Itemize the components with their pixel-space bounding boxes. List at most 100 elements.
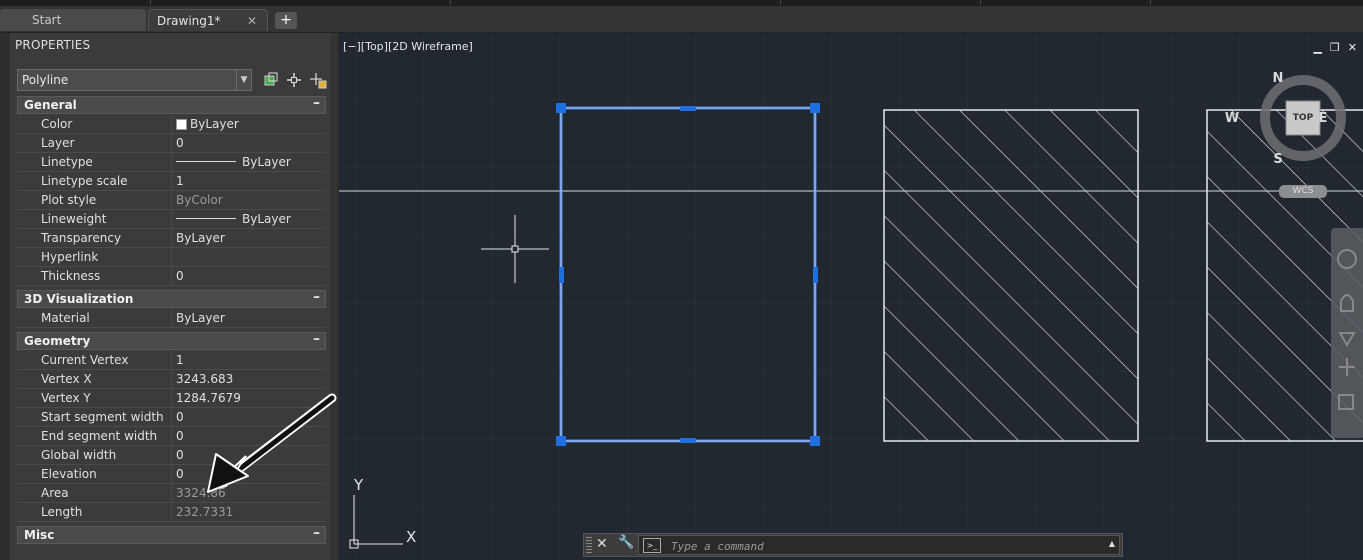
linetype-preview-icon — [176, 161, 236, 162]
section-title: Geometry — [24, 334, 91, 348]
chevron-down-icon: ▼ — [236, 70, 251, 90]
collapse-icon[interactable]: – — [313, 289, 320, 305]
property-value: 3243.683 — [176, 372, 234, 386]
palette-title-strip[interactable] — [0, 33, 10, 560]
property-row-layer[interactable]: Layer 0 — [17, 134, 326, 153]
property-value: ByLayer — [242, 155, 291, 169]
drawing-canvas[interactable] — [339, 33, 1363, 560]
section-title: 3D Visualization — [24, 292, 134, 306]
restore-icon[interactable]: ❐ — [1330, 41, 1340, 54]
hatched-rectangle[interactable] — [883, 109, 1139, 442]
close-icon[interactable]: ✕ — [247, 10, 257, 32]
compass-north[interactable]: N — [1269, 71, 1287, 86]
ucs-y-label: Y — [354, 476, 364, 494]
section-misc[interactable]: Misc – — [17, 525, 326, 544]
property-label: Area — [41, 486, 69, 500]
property-label: Start segment width — [41, 410, 164, 424]
property-row-vertex-x[interactable]: Vertex X 3243.683 — [17, 370, 326, 389]
viewcube-face-label: TOP — [1292, 113, 1314, 123]
property-label: Layer — [41, 136, 75, 150]
property-row-plot-style[interactable]: Plot style ByColor — [17, 191, 326, 210]
section-3d-visualization[interactable]: 3D Visualization – — [17, 289, 326, 308]
viewport-window-controls: ▁ ❐ ✕ — [1305, 41, 1357, 54]
property-value: ByLayer — [190, 117, 239, 131]
property-value: 232.7331 — [176, 505, 234, 519]
property-row-length[interactable]: Length 232.7331 — [17, 503, 326, 522]
property-label: Linetype — [41, 155, 93, 169]
property-label: Vertex Y — [41, 391, 91, 405]
toggle-pickadd-icon[interactable] — [262, 71, 280, 89]
property-label: Plot style — [41, 193, 97, 207]
property-label: Vertex X — [41, 372, 92, 386]
property-label: Transparency — [41, 231, 122, 245]
chevron-up-icon[interactable]: ▲ — [1109, 539, 1115, 548]
annotation-arrow — [206, 393, 337, 493]
ucs-label: WCS — [1292, 186, 1314, 196]
close-icon[interactable]: ✕ — [1348, 41, 1357, 54]
command-input[interactable] — [669, 537, 1073, 555]
vertex-grip[interactable] — [810, 103, 820, 113]
section-title: Misc — [24, 528, 55, 542]
midpoint-grip[interactable] — [813, 267, 818, 283]
collapse-icon[interactable]: – — [313, 525, 320, 541]
property-value: 0 — [176, 269, 184, 283]
property-value: 0 — [176, 136, 184, 150]
vertex-grip[interactable] — [556, 103, 566, 113]
property-value: 1 — [176, 353, 184, 367]
tab-start[interactable]: Start — [0, 9, 146, 31]
section-general[interactable]: General – — [17, 95, 326, 114]
property-value: 0 — [176, 410, 184, 424]
collapse-icon[interactable]: – — [313, 95, 320, 111]
close-icon[interactable]: ✕ — [596, 536, 608, 552]
drawing-viewport[interactable]: [−][Top][2D Wireframe] ▁ ❐ ✕ N S W E TOP W… — [339, 33, 1363, 560]
collapse-icon[interactable]: – — [313, 331, 320, 347]
property-row-current-vertex[interactable]: Current Vertex 1 — [17, 351, 326, 370]
property-row-linetype[interactable]: Linetype ByLayer — [17, 153, 326, 172]
vertex-grip[interactable] — [556, 436, 566, 446]
drag-handle[interactable] — [586, 537, 592, 553]
property-value: ByLayer — [176, 311, 225, 325]
tab-drawing1[interactable]: Drawing1* ✕ — [148, 9, 268, 31]
command-line: ✕ 🔧 >_ ▲ — [583, 533, 1123, 557]
property-label: Hyperlink — [41, 250, 99, 264]
property-row-thickness[interactable]: Thickness 0 — [17, 267, 326, 286]
minimize-icon[interactable]: ▁ — [1313, 41, 1321, 54]
property-label: Thickness — [41, 269, 101, 283]
vertex-grip[interactable] — [810, 436, 820, 446]
navigation-bar[interactable] — [1331, 228, 1363, 438]
object-type-select[interactable]: Polyline ▼ — [17, 69, 252, 91]
ucs-x-label: X — [406, 528, 417, 546]
palette-title: PROPERTIES — [15, 38, 91, 52]
property-row-transparency[interactable]: Transparency ByLayer — [17, 229, 326, 248]
compass-south[interactable]: S — [1269, 152, 1287, 167]
tab-drawing1-label: Drawing1* — [157, 14, 221, 28]
property-row-material[interactable]: Material ByLayer — [17, 309, 326, 328]
compass-west[interactable]: W — [1223, 111, 1241, 126]
wrench-icon[interactable]: 🔧 — [618, 535, 634, 550]
property-label: Material — [41, 311, 90, 325]
section-geometry[interactable]: Geometry – — [17, 331, 326, 350]
property-label: Current Vertex — [41, 353, 129, 367]
property-value: ByLayer — [176, 231, 225, 245]
command-field[interactable]: >_ ▲ — [638, 535, 1120, 555]
new-tab-button[interactable]: + — [275, 12, 297, 29]
quick-select-icon[interactable] — [309, 71, 327, 89]
object-type-value: Polyline — [22, 73, 69, 87]
property-row-linetype-scale[interactable]: Linetype scale 1 — [17, 172, 326, 191]
property-value: 0 — [176, 429, 184, 443]
select-objects-icon[interactable] — [285, 71, 303, 89]
property-label: Color — [41, 117, 73, 131]
viewport-controls-label[interactable]: [−][Top][2D Wireframe] — [343, 40, 473, 53]
midpoint-grip[interactable] — [680, 438, 696, 443]
property-value: ByColor — [176, 193, 223, 207]
midpoint-grip[interactable] — [559, 267, 564, 283]
property-row-color[interactable]: Color ByLayer — [17, 115, 326, 134]
command-prompt-icon[interactable]: >_ — [643, 538, 661, 553]
property-label: Global width — [41, 448, 117, 462]
section-title: General — [24, 98, 77, 112]
midpoint-grip[interactable] — [680, 106, 696, 111]
property-row-hyperlink[interactable]: Hyperlink — [17, 248, 326, 267]
tab-start-label: Start — [32, 13, 62, 27]
property-row-lineweight[interactable]: Lineweight ByLayer — [17, 210, 326, 229]
property-value: 1 — [176, 174, 184, 188]
